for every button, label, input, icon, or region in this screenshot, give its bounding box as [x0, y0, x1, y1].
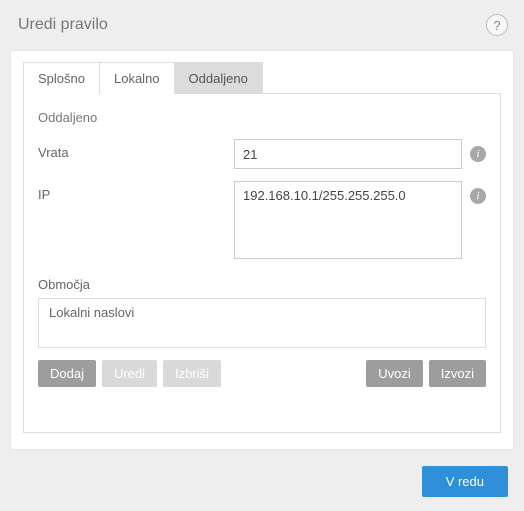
- tab-local[interactable]: Lokalno: [99, 62, 175, 94]
- zone-buttons-right: Uvozi Izvozi: [366, 360, 486, 387]
- zone-buttons-left: Dodaj Uredi Izbriši: [38, 360, 221, 387]
- tab-remote[interactable]: Oddaljeno: [174, 62, 263, 94]
- ip-controls: i: [234, 181, 486, 259]
- port-input[interactable]: [234, 139, 462, 169]
- ip-row: IP i: [38, 181, 486, 259]
- ip-input[interactable]: [234, 181, 462, 259]
- add-button[interactable]: Dodaj: [38, 360, 96, 387]
- dialog-footer: V redu: [0, 450, 524, 511]
- port-row: Vrata i: [38, 139, 486, 169]
- tab-general[interactable]: Splošno: [23, 62, 100, 94]
- help-button[interactable]: ?: [486, 14, 508, 36]
- ip-label: IP: [38, 181, 234, 202]
- zone-buttons: Dodaj Uredi Izbriši Uvozi Izvozi: [38, 360, 486, 387]
- import-button[interactable]: Uvozi: [366, 360, 423, 387]
- content-area: Splošno Lokalno Oddaljeno Oddaljeno Vrat…: [10, 50, 514, 450]
- panel-heading: Oddaljeno: [38, 110, 486, 125]
- ok-button[interactable]: V redu: [422, 466, 508, 497]
- info-icon[interactable]: i: [470, 146, 486, 162]
- list-item[interactable]: Lokalni naslovi: [49, 305, 475, 320]
- remote-panel: Oddaljeno Vrata i IP i Območja Lokalni n…: [23, 94, 501, 433]
- titlebar: Uredi pravilo ?: [0, 0, 524, 50]
- export-button[interactable]: Izvozi: [429, 360, 486, 387]
- help-icon: ?: [493, 18, 500, 33]
- dialog-title: Uredi pravilo: [18, 16, 108, 34]
- port-controls: i: [234, 139, 486, 169]
- zones-label: Območja: [38, 277, 486, 292]
- zones-listbox[interactable]: Lokalni naslovi: [38, 298, 486, 348]
- tab-bar: Splošno Lokalno Oddaljeno: [23, 61, 501, 94]
- delete-button[interactable]: Izbriši: [163, 360, 221, 387]
- edit-rule-dialog: Uredi pravilo ? Splošno Lokalno Oddaljen…: [0, 0, 524, 511]
- info-icon[interactable]: i: [470, 188, 486, 204]
- port-label: Vrata: [38, 139, 234, 160]
- edit-button[interactable]: Uredi: [102, 360, 157, 387]
